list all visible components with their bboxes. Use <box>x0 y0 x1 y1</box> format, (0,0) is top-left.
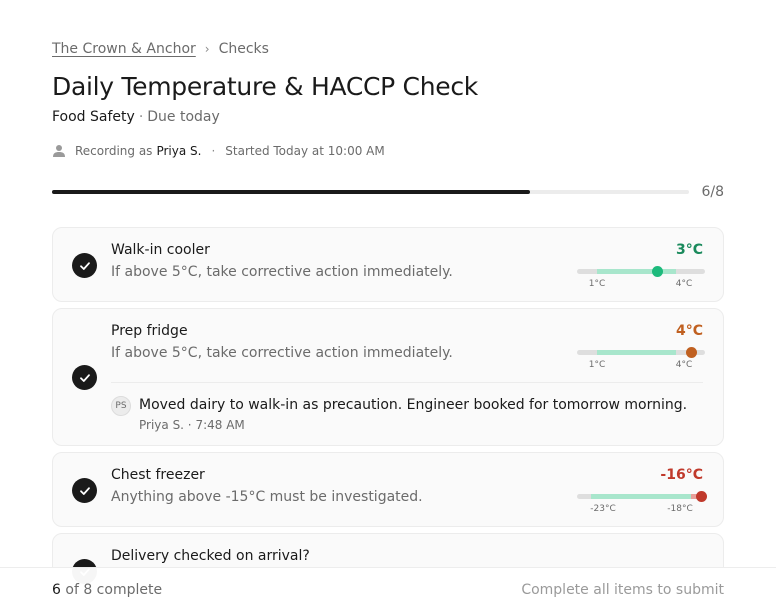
check-item-prep-fridge[interactable]: Prep fridge If above 5°C, take correctiv… <box>52 308 724 446</box>
check-item-walk-in-cooler[interactable]: Walk-in cooler If above 5°C, take correc… <box>52 227 724 302</box>
completion-suffix: of 8 complete <box>65 582 163 598</box>
gauge-min-label: 1°C <box>588 360 606 370</box>
progress-fill <box>52 190 530 194</box>
comment-meta: Priya S. · 7:48 AM <box>139 418 245 432</box>
chevron-right-icon: › <box>204 42 210 56</box>
person-icon <box>53 145 65 157</box>
item-title: Chest freezer <box>111 467 205 483</box>
gauge-safe-range <box>597 350 676 355</box>
page-title: Daily Temperature & HACCP Check <box>52 72 478 101</box>
completed-check-icon[interactable] <box>72 365 97 390</box>
item-title: Prep fridge <box>111 323 188 339</box>
gauge-safe-range <box>597 269 676 274</box>
progress-bar <box>52 190 689 194</box>
item-title: Walk-in cooler <box>111 242 210 258</box>
separator-dot: · <box>138 109 144 125</box>
separator-dot: · <box>211 144 216 158</box>
item-description: If above 5°C, take corrective action imm… <box>111 345 453 361</box>
due-label: Due today <box>147 109 220 125</box>
gauge-max-label: 4°C <box>675 360 693 370</box>
comment-divider <box>111 382 703 383</box>
completion-count: 6 of 8 complete <box>52 582 162 598</box>
gauge-marker <box>651 266 663 277</box>
breadcrumb-current: Checks <box>218 41 269 57</box>
category-label: Food Safety <box>52 109 135 125</box>
recording-user: Priya S. <box>156 144 202 158</box>
completion-number: 6 <box>52 582 61 598</box>
breadcrumb: The Crown & Anchor › Checks <box>52 41 269 57</box>
recording-prefix: Recording as <box>75 144 153 158</box>
item-description: If above 5°C, take corrective action imm… <box>111 264 453 280</box>
gauge-max-label: 4°C <box>675 279 693 289</box>
temperature-reading: 4°C <box>675 323 703 339</box>
comment-text: Moved dairy to walk-in as precaution. En… <box>139 397 688 413</box>
gauge-marker <box>695 491 707 502</box>
recording-meta: Recording as Priya S. · Started Today at… <box>52 144 385 158</box>
temperature-reading: -16°C <box>660 467 703 483</box>
temperature-gauge: 1°C 4°C <box>577 265 705 291</box>
breadcrumb-venue-link[interactable]: The Crown & Anchor <box>52 41 196 57</box>
page-subtitle: Food Safety · Due today <box>52 109 220 125</box>
temperature-reading: 3°C <box>675 242 703 258</box>
started-time: Started Today at 10:00 AM <box>225 144 385 158</box>
gauge-max-label: -18°C <box>667 504 693 514</box>
footer-bar: 6 of 8 complete Complete all items to su… <box>0 567 776 612</box>
submit-button[interactable]: Complete all items to submit <box>521 582 724 598</box>
item-title: Delivery checked on arrival? <box>111 548 310 564</box>
completed-check-icon[interactable] <box>72 478 97 503</box>
item-description: Anything above -15°C must be investigate… <box>111 489 423 505</box>
gauge-min-label: 1°C <box>588 279 606 289</box>
temperature-gauge: -23°C -18°C <box>577 490 707 516</box>
check-item-chest-freezer[interactable]: Chest freezer Anything above -15°C must … <box>52 452 724 527</box>
gauge-min-label: -23°C <box>590 504 616 514</box>
progress-count: 6/8 <box>701 184 724 200</box>
completed-check-icon[interactable] <box>72 253 97 278</box>
avatar: PS <box>111 396 131 416</box>
gauge-marker <box>685 347 697 358</box>
temperature-gauge: 1°C 4°C <box>577 346 705 372</box>
gauge-safe-range <box>591 494 695 499</box>
